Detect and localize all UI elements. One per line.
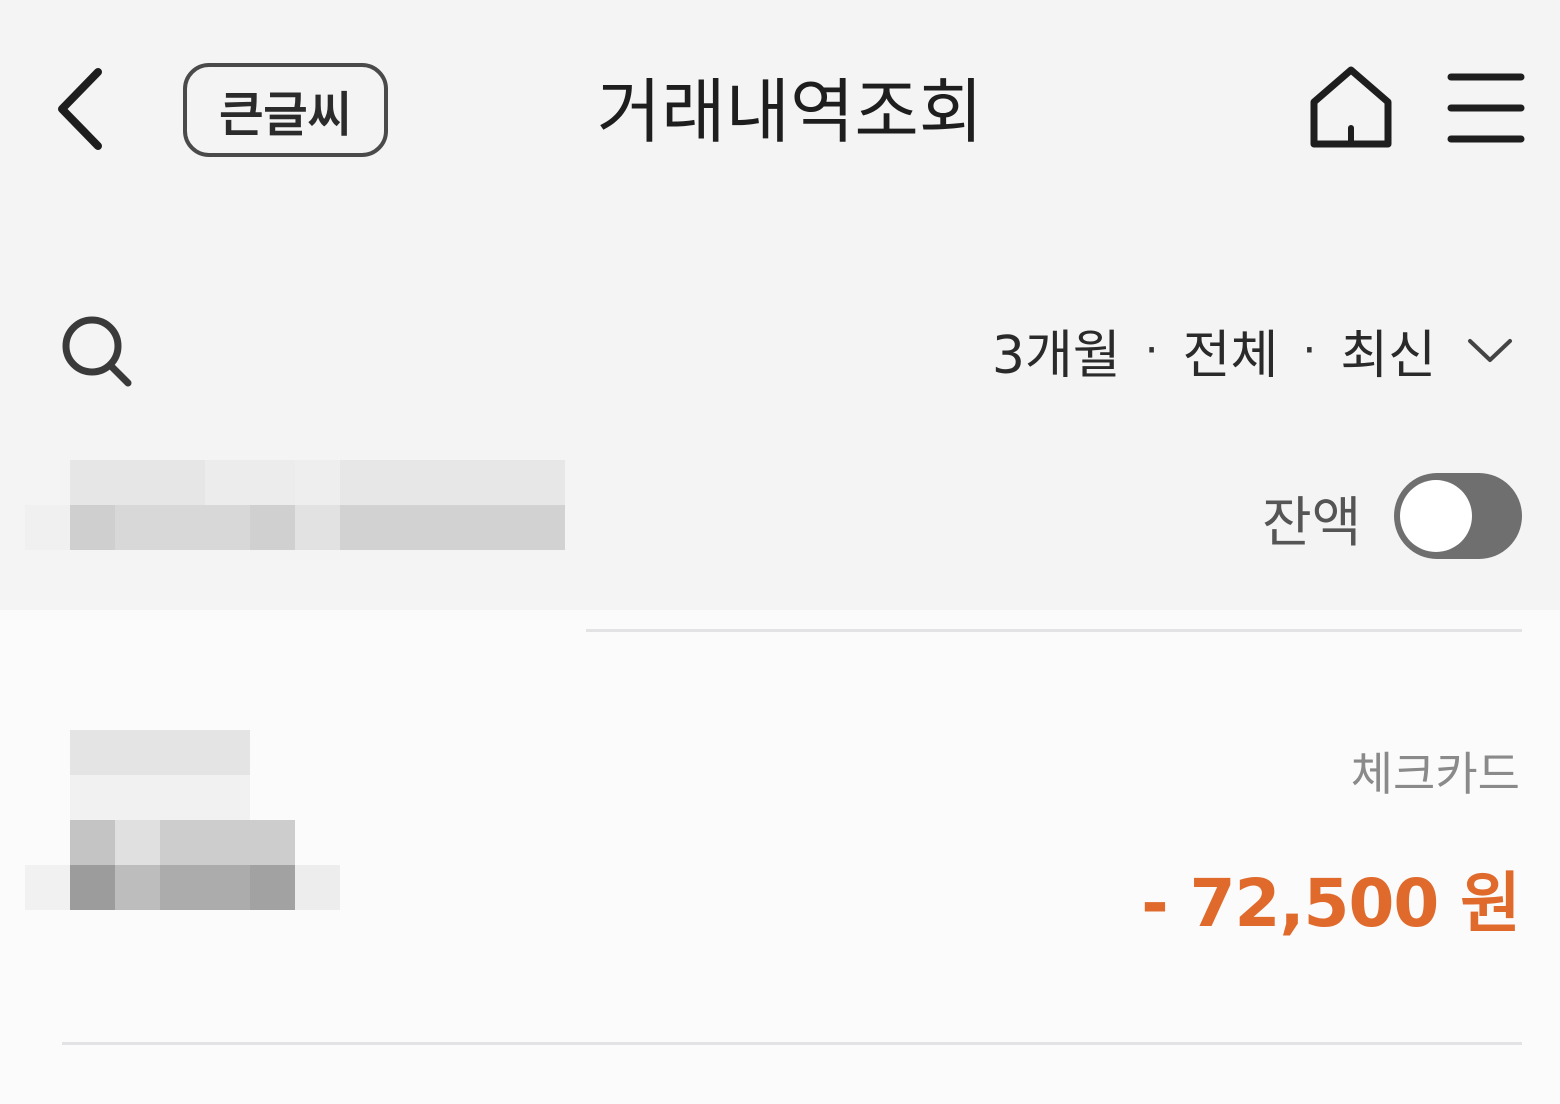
hamburger-menu-icon bbox=[1447, 73, 1525, 143]
large-text-button[interactable]: 큰글씨 bbox=[183, 63, 388, 157]
divider bbox=[62, 1042, 1522, 1045]
large-text-label: 큰글씨 bbox=[219, 87, 352, 143]
chevron-down-icon bbox=[1468, 339, 1512, 362]
balance-label: 잔액 bbox=[1262, 491, 1362, 554]
transaction-type: 체크카드 bbox=[1350, 747, 1520, 801]
toggle-knob bbox=[1400, 480, 1472, 552]
account-info-masked bbox=[25, 460, 585, 555]
search-button[interactable] bbox=[58, 312, 138, 392]
transaction-item[interactable]: 체크카드 - 72,500 원 bbox=[0, 650, 1560, 1030]
chevron-left-icon bbox=[58, 68, 102, 150]
filter-separator: · bbox=[1144, 324, 1159, 376]
filter-period: 3개월 bbox=[991, 325, 1121, 386]
page-title: 거래내역조회 bbox=[596, 71, 984, 153]
filter-dropdown[interactable]: 3개월 · 전체 · 최신 bbox=[992, 310, 1514, 390]
filter-separator: · bbox=[1302, 324, 1317, 376]
menu-button[interactable] bbox=[1446, 68, 1526, 148]
transaction-history-screen: 큰글씨 거래내역조회 3개월 · 전체 · 최신 잔액 체크카드 - 72,50… bbox=[0, 0, 1560, 1104]
home-button[interactable] bbox=[1304, 62, 1398, 154]
app-header: 큰글씨 거래내역조회 bbox=[0, 0, 1560, 220]
search-icon bbox=[62, 316, 132, 387]
filter-order: 최신 bbox=[1340, 325, 1436, 386]
filter-type: 전체 bbox=[1182, 325, 1279, 386]
back-button[interactable] bbox=[50, 62, 120, 157]
transaction-description-masked bbox=[25, 730, 345, 915]
balance-toggle[interactable] bbox=[1394, 473, 1522, 559]
divider bbox=[586, 629, 1522, 632]
transaction-amount: - 72,500 원 bbox=[1141, 865, 1521, 942]
home-icon bbox=[1310, 66, 1392, 148]
